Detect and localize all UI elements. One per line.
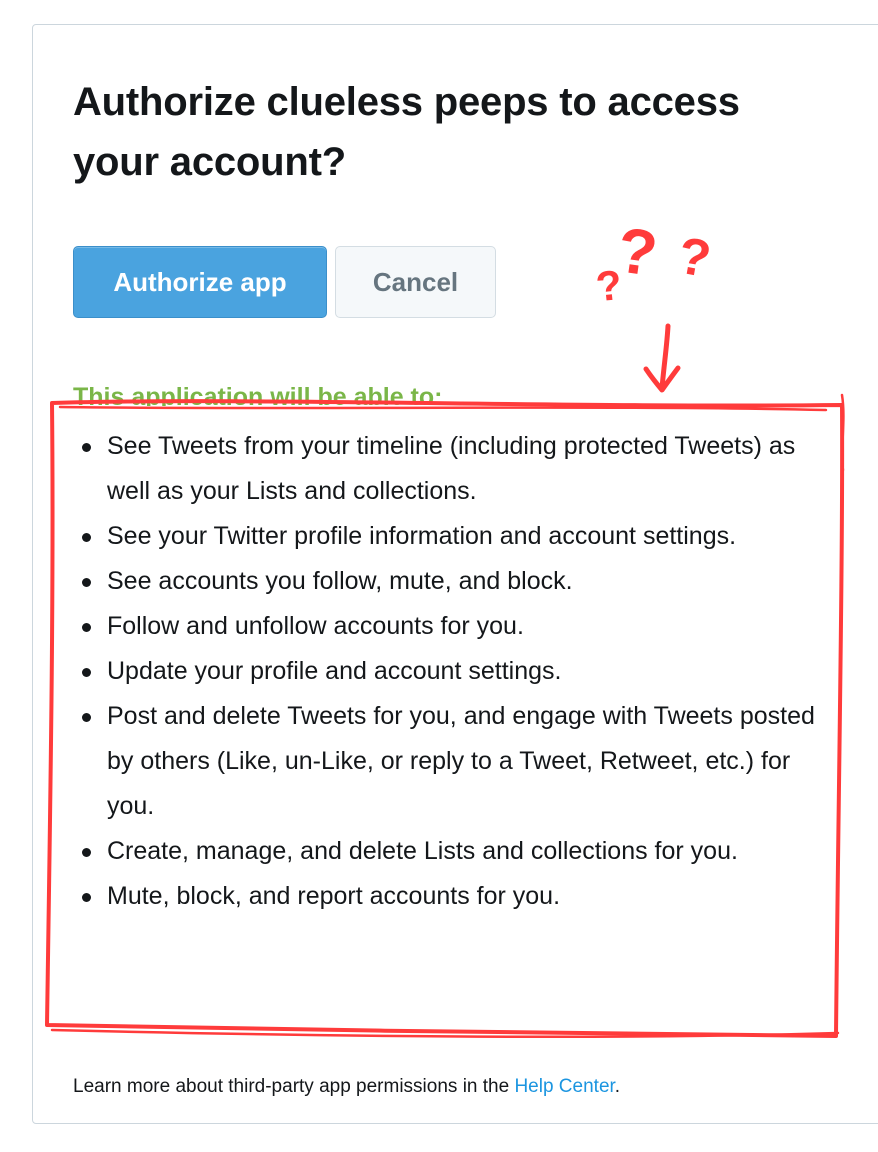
permission-item: Create, manage, and delete Lists and col… (79, 829, 824, 874)
permission-item: Update your profile and account settings… (79, 649, 824, 694)
permission-item: Follow and unfollow accounts for you. (79, 604, 824, 649)
footer-note: Learn more about third-party app permiss… (73, 1073, 620, 1101)
permission-item: See Tweets from your timeline (including… (79, 424, 824, 514)
footer-text: Learn more about third-party app permiss… (73, 1076, 515, 1097)
help-center-link[interactable]: Help Center (514, 1076, 614, 1097)
permission-item: Mute, block, and report accounts for you… (79, 874, 824, 919)
permission-item: Post and delete Tweets for you, and enga… (79, 694, 824, 829)
page-title: Authorize clueless peeps to access your … (73, 80, 740, 184)
permissions-list: See Tweets from your timeline (including… (79, 424, 824, 919)
permissions-heading: This application will be able to: (73, 383, 443, 406)
authorize-app-button[interactable]: Authorize app (73, 246, 327, 318)
cancel-button[interactable]: Cancel (335, 246, 496, 318)
footer-period: . (614, 1076, 621, 1097)
permission-item: See your Twitter profile information and… (79, 514, 824, 559)
permission-item: See accounts you follow, mute, and block… (79, 559, 824, 604)
